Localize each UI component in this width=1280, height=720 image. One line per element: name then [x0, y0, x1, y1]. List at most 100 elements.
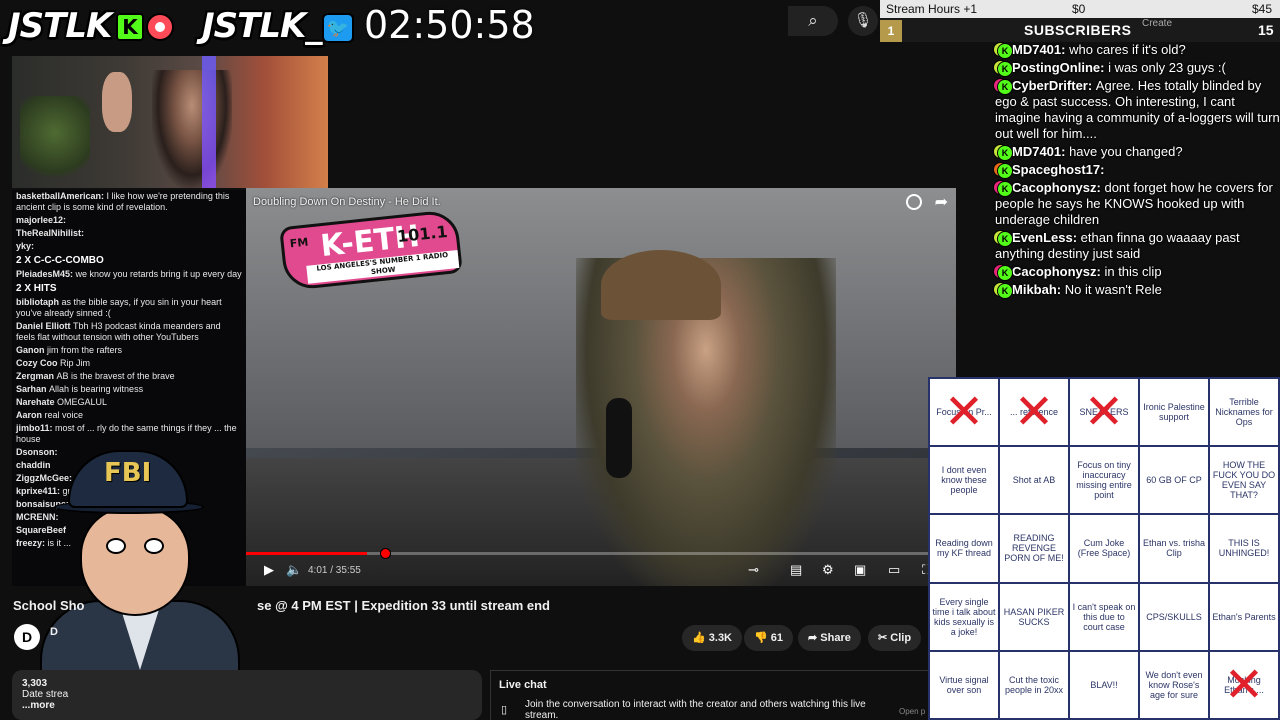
bingo-cell: SNEAKERS ✕: [1070, 379, 1138, 446]
fbi-eye-right: [144, 538, 164, 554]
bingo-cell-text: READING REVENGE PORN OF ME!: [1004, 533, 1064, 564]
chat-text: in this clip: [1104, 264, 1162, 279]
chat-text: have you changed?: [1069, 144, 1183, 159]
subscriber-rank: 1: [880, 20, 902, 42]
chat-message: Cacophonysz: in this clip: [975, 264, 1280, 280]
create-button[interactable]: Create: [1142, 18, 1172, 29]
bingo-cell-text: Focus on tiny inaccuracy missing entire …: [1076, 460, 1132, 501]
overlay-chat-message: majorlee12:: [12, 214, 246, 227]
bingo-cell: Cum Joke (Free Space): [1070, 515, 1138, 582]
bingo-cell-text: Reading down my KF thread: [935, 538, 993, 559]
bingo-cell: THIS IS UNHINGED!: [1210, 515, 1278, 582]
bingo-cell-text: Virtue signal over son: [939, 674, 989, 695]
chat-username: Daniel Elliott: [16, 321, 74, 331]
clip-button[interactable]: ✂ Clip: [868, 625, 922, 651]
bingo-cell-text: 60 GB OF CP: [1146, 475, 1202, 486]
voice-search-button[interactable]: 🎙: [848, 6, 878, 36]
chat-message: Spaceghost17:: [975, 162, 1280, 178]
right-overlay-chat: MD7401: who cares if it's old? K PostingOn…: [975, 42, 1280, 378]
share-icon: ➦: [808, 632, 821, 644]
bingo-cell-text: Ironic Palestine support: [1143, 402, 1205, 423]
chat-username: basketballAmerican:: [16, 191, 107, 201]
bingo-cell: Terrible Nicknames for Ops: [1210, 379, 1278, 446]
bingo-cell: I dont even know these people: [930, 447, 998, 514]
kick-badge-icon: K: [997, 79, 1013, 95]
autoplay-toggle-icon[interactable]: ⊸: [748, 562, 759, 578]
chat-combo: 2 X HITS: [16, 283, 57, 294]
overlay-chat-message: TheRealNihilist:: [12, 227, 246, 240]
chat-username: Sarhan: [16, 384, 50, 394]
chat-combo: 2 X C-C-C-COMBO: [16, 255, 104, 266]
chat-username: Cacophonysz:: [1012, 180, 1105, 195]
webcam-hand: [102, 72, 132, 132]
chat-text: Allah is bearing witness: [49, 384, 144, 394]
overlay-chat-message: yky:: [12, 240, 246, 253]
bingo-cell: 60 GB OF CP: [1140, 447, 1208, 514]
bingo-cell-text: Ethan's Parents: [1212, 611, 1276, 622]
miniplayer-icon[interactable]: ▣: [854, 562, 866, 578]
bingo-cell: Focus on tiny inaccuracy missing entire …: [1070, 447, 1138, 514]
clip-label: Clip: [890, 632, 912, 644]
chat-username: jimbo11:: [16, 423, 56, 433]
bingo-cell-text: I dont even know these people: [941, 465, 987, 496]
bingo-cell: Ethan vs. trisha Clip: [1140, 515, 1208, 582]
kick-badge-icon: K: [997, 61, 1013, 77]
bingo-cell: Focus on Pr... ✕: [930, 379, 998, 446]
settings-gear-icon[interactable]: ⚙: [822, 562, 834, 578]
chat-text: who cares if it's old?: [1069, 42, 1186, 57]
youtube-topbar: JSTLK K JSTLK_ 🐦 02:50:58 ⌕ 🎙: [0, 0, 880, 48]
progress-played: [246, 552, 367, 555]
bingo-cell: Cut the toxic people in 20xx: [1000, 651, 1068, 718]
share-arrow-icon[interactable]: ➦: [935, 192, 948, 212]
chat-icon: ▯: [501, 704, 508, 716]
bingo-cell-text: Cum Joke (Free Space): [1077, 538, 1131, 559]
share-button[interactable]: ➦ Share: [798, 625, 861, 651]
kick-badge-icon: K: [997, 43, 1013, 59]
volume-icon[interactable]: 🔈: [286, 562, 302, 578]
record-icon: [146, 13, 174, 41]
chat-username: TheRealNihilist:: [16, 228, 85, 238]
description-box[interactable]: 3,303 Date strea ...more: [12, 670, 482, 720]
video-player[interactable]: FM K-ETH 101.1 LOS ANGELES'S NUMBER 1 RA…: [246, 188, 956, 586]
bingo-cell: Shot at AB: [1000, 447, 1068, 514]
overlay-chat-message: Daniel Elliott Tbh H3 podcast kinda mean…: [12, 320, 246, 344]
goal-target-amount: $45: [1252, 2, 1273, 16]
chat-username: EvenLess:: [1012, 230, 1081, 245]
chat-text: jim from the rafters: [47, 345, 123, 355]
overlay-chat-message: Sarhan Allah is bearing witness: [12, 383, 246, 396]
bingo-cell: ... reference ✕: [1000, 379, 1068, 446]
play-icon[interactable]: ▶: [264, 562, 274, 578]
show-more-link[interactable]: ...more: [22, 700, 472, 711]
bingo-cell-text: Mocking Ethan's ...: [1224, 674, 1264, 695]
chat-username: MD7401:: [1012, 144, 1070, 159]
like-button[interactable]: 👍 3.3K: [682, 625, 743, 651]
bingo-cell: I can't speak on this due to court case: [1070, 583, 1138, 650]
watch-later-icon[interactable]: [906, 194, 922, 210]
open-panel-button[interactable]: Open p: [899, 707, 925, 716]
subscribers-bar: 1 SUBSCRIBERS Create 15: [880, 18, 1280, 42]
thumbs-down-icon: 👎: [754, 632, 771, 644]
share-label: Share: [820, 632, 851, 644]
overlay-chat-message: PleiadesM45: we know you retards bring i…: [12, 268, 246, 281]
bingo-board: Focus on Pr... ✕... reference ✕ SNEAKERS ✕ Ir…: [928, 377, 1280, 720]
bingo-cell: Reading down my KF thread: [930, 515, 998, 582]
dislike-count: 61: [770, 632, 784, 644]
bingo-cell-text: HASAN PIKER SUCKS: [1003, 606, 1065, 627]
bingo-cell-text: Shot at AB: [1012, 475, 1056, 486]
video-title-overlay[interactable]: Doubling Down On Destiny - He Did It.: [253, 196, 441, 208]
bingo-cell: HOW THE FUCK YOU DO EVEN SAY THAT?: [1210, 447, 1278, 514]
dislike-button[interactable]: 👎 61: [744, 625, 794, 651]
channel-avatar[interactable]: D: [14, 624, 40, 650]
join-chat-text: Join the conversation to interact with t…: [525, 699, 866, 720]
overlay-chat-message: bibliotaph as the bible says, if you sin…: [12, 296, 246, 320]
chat-text: i was only 23 guys :(: [1108, 60, 1226, 75]
video-progress-bar[interactable]: [246, 548, 956, 559]
studio-microphone: [606, 398, 632, 478]
bingo-cell-text: Every single time i talk about kids sexu…: [932, 596, 996, 637]
theater-mode-icon[interactable]: ▭: [888, 562, 900, 578]
channel-name[interactable]: D: [50, 626, 58, 638]
view-count: 3,303: [22, 678, 48, 689]
subtitles-icon[interactable]: ▤: [790, 562, 802, 578]
bingo-cell: BLAV!!: [1070, 651, 1138, 718]
search-button[interactable]: ⌕: [788, 6, 838, 36]
